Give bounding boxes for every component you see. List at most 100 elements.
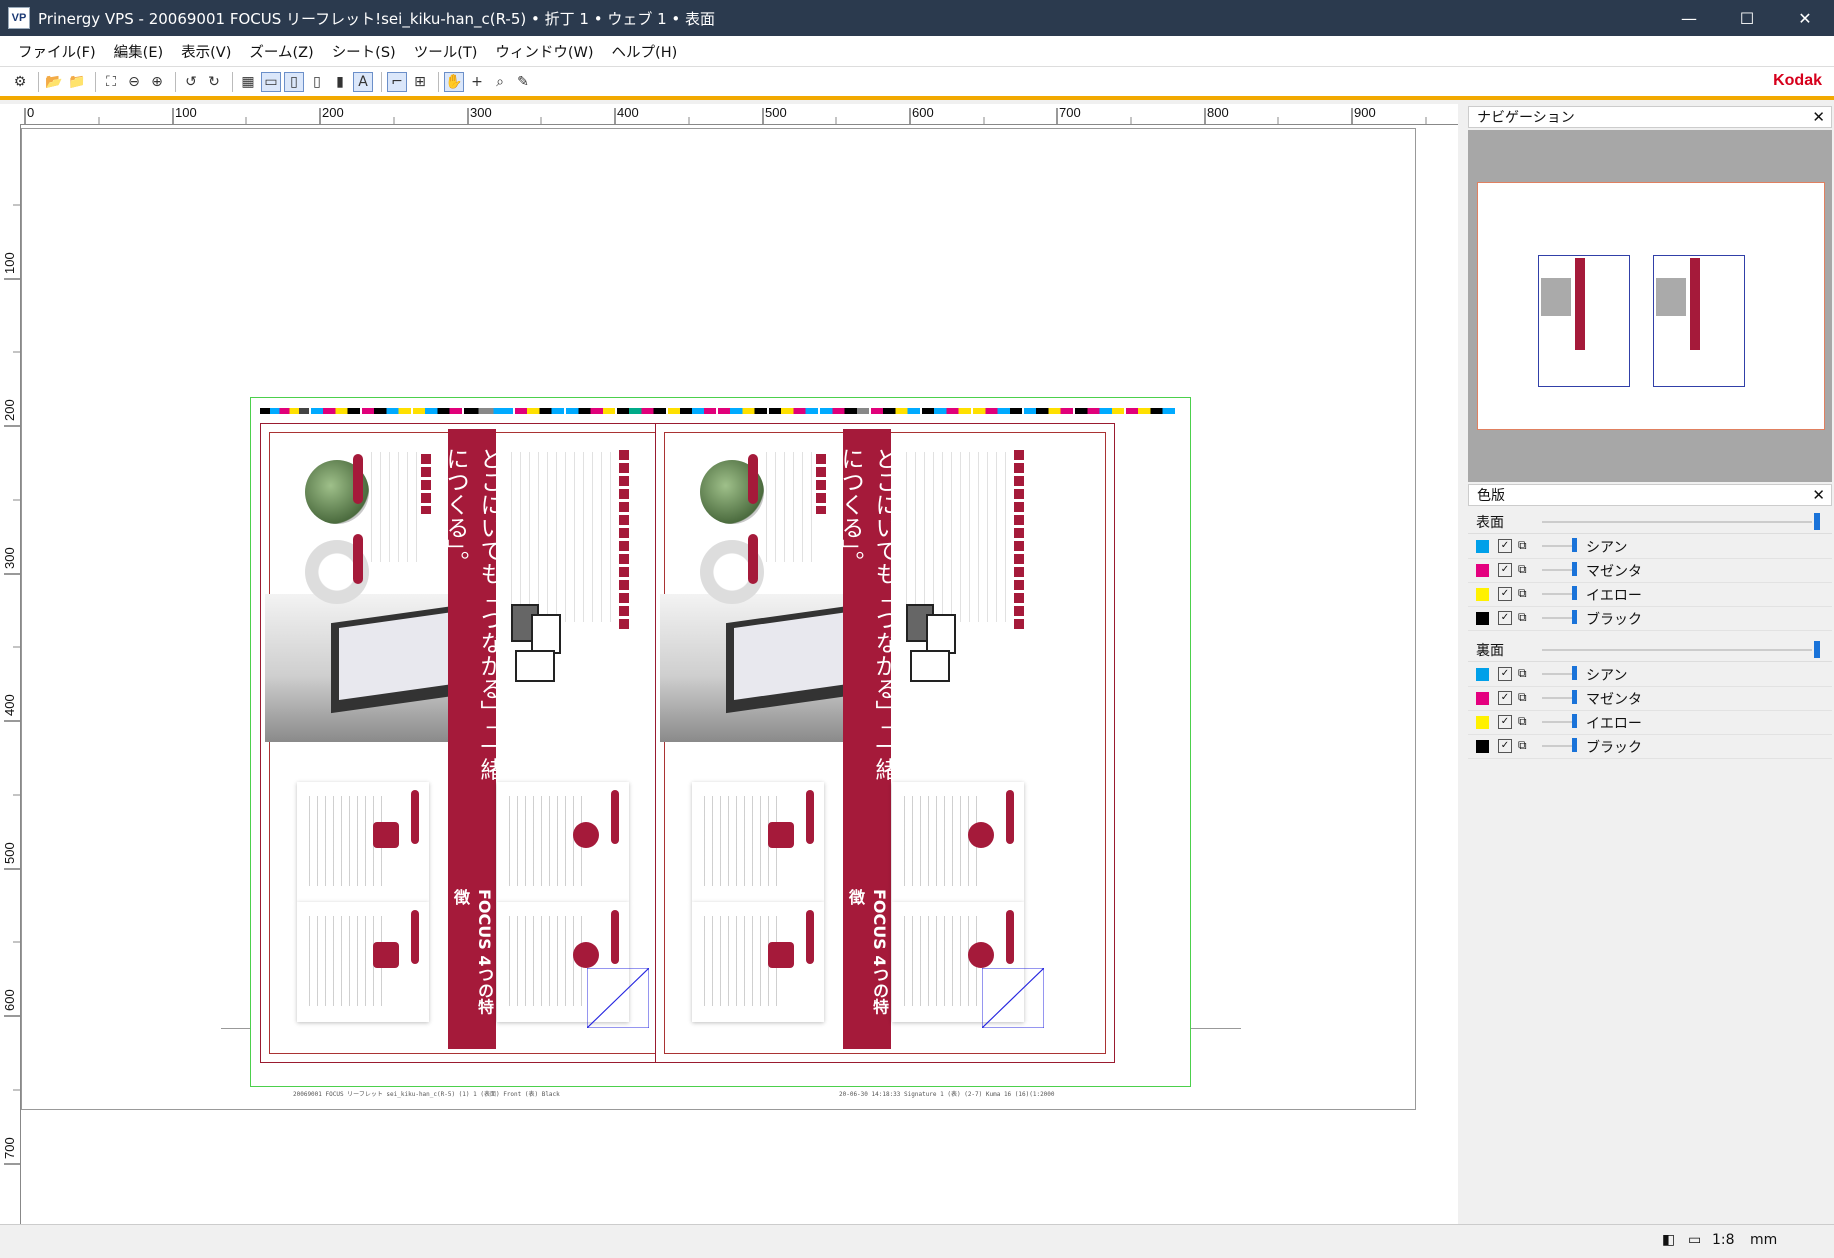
visibility-checkbox[interactable]: ✓ <box>1498 611 1512 625</box>
slider-thumb[interactable] <box>1572 714 1577 728</box>
visibility-checkbox[interactable]: ✓ <box>1498 563 1512 577</box>
menu-file[interactable]: ファイル(F) <box>9 41 105 62</box>
ink-slider[interactable] <box>1542 617 1576 619</box>
eyedropper-icon[interactable]: ✎ <box>513 72 533 92</box>
zoom-out-icon[interactable]: ⊖ <box>124 72 144 92</box>
separations-close-icon[interactable]: ✕ <box>1812 486 1825 504</box>
grid-icon[interactable]: ▦ <box>238 72 258 92</box>
color-swatch <box>1476 588 1489 601</box>
zoom-in-icon[interactable]: ⊕ <box>147 72 167 92</box>
visibility-checkbox[interactable]: ✓ <box>1498 715 1512 729</box>
menu-window[interactable]: ウィンドウ(W) <box>486 41 602 62</box>
copy-icon[interactable]: ⧉ <box>1518 691 1530 703</box>
side-back-row[interactable]: 裏面 <box>1468 638 1832 662</box>
visibility-checkbox[interactable]: ✓ <box>1498 587 1512 601</box>
menu-edit[interactable]: 編集(E) <box>105 41 172 62</box>
page-icon[interactable]: ▯ <box>307 72 327 92</box>
page-number-icon[interactable]: ▮ <box>330 72 350 92</box>
separations-panel-title: 色版 <box>1477 488 1505 504</box>
rotate-right-icon[interactable]: ↻ <box>204 72 224 92</box>
navigation-close-icon[interactable]: ✕ <box>1812 108 1825 126</box>
view-mode-2-icon[interactable]: ▯ <box>284 71 304 92</box>
copy-icon[interactable]: ⧉ <box>1518 715 1530 727</box>
navigation-viewport-frame[interactable] <box>1477 182 1825 430</box>
rotate-left-icon[interactable]: ↺ <box>181 72 201 92</box>
registration-heading <box>421 454 431 514</box>
copy-icon[interactable]: ⧉ <box>1518 667 1530 679</box>
ink-row-black[interactable]: ✓ ⧉ ブラック <box>1468 606 1832 631</box>
ink-slider[interactable] <box>1542 673 1576 675</box>
text-tool-icon[interactable]: A <box>353 71 373 92</box>
visibility-checkbox[interactable]: ✓ <box>1498 539 1512 553</box>
navigation-panel-title: ナビゲーション <box>1477 110 1575 126</box>
ink-row-yellow[interactable]: ✓ ⧉ イエロー <box>1468 582 1832 607</box>
ink-row-black[interactable]: ✓ ⧉ ブラック <box>1468 734 1832 759</box>
menu-tools[interactable]: ツール(T) <box>405 41 487 62</box>
open-folder-icon[interactable]: 📁 <box>67 72 87 92</box>
horizontal-ruler[interactable]: 0 100 200 300 400 500 600 700 800 900 <box>20 104 1458 125</box>
imposed-page-left[interactable]: どこにいても「つながる」「一緒につくる」。 FOCUS 4つの特徴 <box>260 423 720 1063</box>
crosshair-icon[interactable]: + <box>467 72 487 92</box>
sheet-canvas[interactable]: どこにいても「つながる」「一緒につくる」。 FOCUS 4つの特徴 どこにいても… <box>21 125 1458 1224</box>
menu-view[interactable]: 表示(V) <box>172 41 240 62</box>
copy-icon[interactable]: ⧉ <box>1518 611 1530 623</box>
table-icon[interactable]: ⊞ <box>410 72 430 92</box>
slider-thumb[interactable] <box>1572 610 1577 624</box>
view-mode-1-icon[interactable]: ▭ <box>261 71 281 92</box>
slider-thumb[interactable] <box>1572 690 1577 704</box>
red-title-band: どこにいても「つながる」「一緒につくる」。 FOCUS 4つの特徴 <box>837 429 897 1049</box>
side-name: 表面 <box>1476 514 1504 531</box>
slider-thumb[interactable] <box>1572 738 1577 752</box>
copy-icon[interactable]: ⧉ <box>1518 587 1530 599</box>
slider-thumb[interactable] <box>1572 538 1577 552</box>
side-opacity-slider[interactable] <box>1542 521 1812 523</box>
vertical-ruler[interactable]: 100 200 300 400 500 600 700 <box>0 124 21 1224</box>
slider-thumb[interactable] <box>1572 586 1577 600</box>
imposed-page-right[interactable]: どこにいても「つながる」「一緒につくる」。 FOCUS 4つの特徴 <box>655 423 1115 1063</box>
ink-slider[interactable] <box>1542 545 1576 547</box>
ink-row-yellow[interactable]: ✓ ⧉ イエロー <box>1468 710 1832 735</box>
fit-page-icon[interactable]: ⛶ <box>101 72 121 92</box>
visibility-checkbox[interactable]: ✓ <box>1498 667 1512 681</box>
minimize-button[interactable]: — <box>1660 0 1718 36</box>
visibility-checkbox[interactable]: ✓ <box>1498 691 1512 705</box>
ink-slider[interactable] <box>1542 745 1576 747</box>
copy-icon[interactable]: ⧉ <box>1518 563 1530 575</box>
sheet-slug-right: 20-06-30 14:18:33 Signature 1 (表) (2-7) … <box>839 1091 1055 1098</box>
navigation-preview[interactable] <box>1468 130 1832 482</box>
ink-label: ブラック <box>1586 740 1642 756</box>
ink-row-magenta[interactable]: ✓ ⧉ マゼンタ <box>1468 558 1832 583</box>
ink-slider[interactable] <box>1542 721 1576 723</box>
window-view-icon[interactable]: ▭ <box>1688 1232 1701 1248</box>
page-view-icon[interactable]: ◧ <box>1662 1232 1675 1248</box>
menu-zoom[interactable]: ズーム(Z) <box>240 41 322 62</box>
ink-row-cyan[interactable]: ✓ ⧉ シアン <box>1468 662 1832 687</box>
visibility-checkbox[interactable]: ✓ <box>1498 739 1512 753</box>
open-icon[interactable]: 📂 <box>44 72 64 92</box>
ink-slider[interactable] <box>1542 593 1576 595</box>
ink-slider[interactable] <box>1542 569 1576 571</box>
close-button[interactable]: ✕ <box>1776 0 1834 36</box>
slider-thumb[interactable] <box>1572 562 1577 576</box>
slider-thumb[interactable] <box>1572 666 1577 680</box>
ink-row-magenta[interactable]: ✓ ⧉ マゼンタ <box>1468 686 1832 711</box>
marks-icon[interactable]: ⌐ <box>387 71 407 92</box>
toolbar-accent-line <box>0 96 1834 100</box>
menu-sheet[interactable]: シート(S) <box>323 41 405 62</box>
magnifier-icon[interactable]: ⌕ <box>490 72 510 92</box>
copy-icon[interactable]: ⧉ <box>1518 539 1530 551</box>
side-opacity-slider[interactable] <box>1542 649 1812 651</box>
menu-help[interactable]: ヘルプ(H) <box>603 41 687 62</box>
slider-thumb[interactable] <box>1814 513 1820 530</box>
maximize-button[interactable]: ☐ <box>1718 0 1776 36</box>
settings-icon[interactable]: ⚙ <box>10 72 30 92</box>
ink-row-cyan[interactable]: ✓ ⧉ シアン <box>1468 534 1832 559</box>
color-swatch <box>1476 692 1489 705</box>
slider-thumb[interactable] <box>1814 641 1820 658</box>
side-front-row[interactable]: 表面 <box>1468 510 1832 534</box>
ink-label: イエロー <box>1586 716 1642 732</box>
ruler-ticks-top <box>24 108 1427 124</box>
hand-tool-icon[interactable]: ✋ <box>444 71 464 92</box>
ink-slider[interactable] <box>1542 697 1576 699</box>
copy-icon[interactable]: ⧉ <box>1518 739 1530 751</box>
